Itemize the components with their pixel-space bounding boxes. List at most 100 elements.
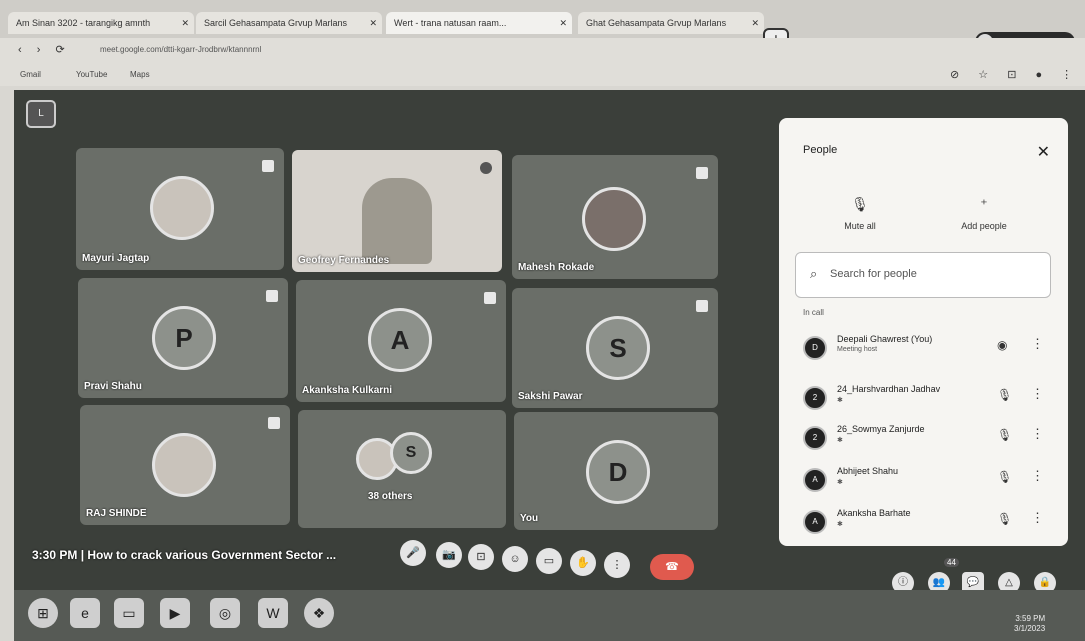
- more-options-icon[interactable]: ⋮: [1031, 426, 1044, 442]
- participant-name: Deepali Ghawrest (You): [837, 334, 933, 344]
- close-icon[interactable]: ✕: [1037, 142, 1050, 162]
- list-item[interactable]: 2 24_Harshvardhan Jadhav ✱ 🎙 ⋮: [799, 380, 1054, 416]
- meeting-title: How to crack various Government Sector .…: [87, 548, 337, 562]
- avatar: A: [803, 468, 827, 492]
- taskbar-app-misc[interactable]: ❖: [304, 598, 334, 628]
- participant-name: RAJ SHINDE: [86, 508, 147, 519]
- mic-off-icon[interactable]: 🎙: [997, 388, 1012, 402]
- tab-label: Sarcil Gehasampata Grvup Marlans: [204, 18, 348, 28]
- avatar: P: [152, 306, 216, 370]
- avatar: S: [390, 432, 432, 474]
- present-button[interactable]: ▭: [536, 548, 562, 574]
- bookmark-youtube[interactable]: YouTube: [76, 70, 107, 79]
- more-options-icon[interactable]: ⋮: [1031, 510, 1044, 526]
- pin-icon[interactable]: [696, 167, 708, 179]
- taskbar: ⊞ e ▭ ▶ ◎ W ❖ 3:59 PM 3/1/2023: [14, 590, 1085, 641]
- start-button[interactable]: ⊞: [28, 598, 58, 628]
- participant-name: Mahesh Rokade: [518, 262, 595, 273]
- list-item[interactable]: A Abhijeet Shahu ✱ 🎙 ⋮: [799, 462, 1054, 498]
- participant-name: Akanksha Barhate: [837, 508, 911, 518]
- bookmark-gmail[interactable]: Gmail: [20, 70, 41, 79]
- more-options-icon[interactable]: ⋮: [1031, 336, 1044, 352]
- end-call-button[interactable]: ☎: [650, 554, 694, 580]
- raise-hand-button[interactable]: ✋: [570, 550, 596, 576]
- navigation-buttons[interactable]: ‹ › ⟳: [18, 43, 71, 56]
- participant-tile[interactable]: Mayuri Jagtap: [76, 148, 284, 270]
- mic-off-icon[interactable]: 🎙: [997, 512, 1012, 526]
- captions-button[interactable]: ⊡: [468, 544, 494, 570]
- list-item[interactable]: D Deepali Ghawrest (You) Meeting host ◉ …: [799, 330, 1054, 366]
- list-item[interactable]: A Akanksha Barhate ✱ 🎙 ⋮: [799, 504, 1054, 540]
- tab-bar: Am Sinan 3202 - tarangikg amnth ✕ Sarcil …: [0, 0, 1085, 38]
- browser-toolbar-icons[interactable]: ⊘ ☆ ⊡ ● ⋮: [950, 68, 1080, 81]
- browser-tab[interactable]: Sarcil Gehasampata Grvup Marlans ✕: [196, 12, 382, 34]
- browser-tab-active[interactable]: Wert - trana natusan raam... ✕: [386, 12, 572, 34]
- participant-tile[interactable]: P Pravi Shahu: [78, 278, 288, 398]
- close-tab-icon[interactable]: ✕: [559, 12, 567, 34]
- taskbar-app-media[interactable]: ▶: [160, 598, 190, 628]
- speaking-icon: [480, 162, 492, 174]
- people-panel: People ✕ 🎙 Mute all ⁺ Add people ⌕ Search …: [779, 118, 1068, 546]
- add-people-button[interactable]: ⁺ Add people: [939, 196, 1029, 231]
- taskbar-app-edge[interactable]: e: [70, 598, 100, 628]
- add-people-label: Add people: [961, 221, 1007, 231]
- avatar: [582, 187, 646, 251]
- pin-icon[interactable]: [262, 160, 274, 172]
- participant-name: 24_Harshvardhan Jadhav: [837, 384, 941, 394]
- participant-tile[interactable]: RAJ SHINDE: [80, 405, 290, 525]
- participant-name: Mayuri Jagtap: [82, 253, 150, 264]
- search-input[interactable]: ⌕ Search for people: [795, 252, 1051, 298]
- participant-tile[interactable]: A Akanksha Kulkarni: [296, 280, 506, 402]
- avatar: 2: [803, 386, 827, 410]
- speaking-icon: ◉: [997, 338, 1008, 352]
- close-tab-icon[interactable]: ✕: [181, 12, 189, 34]
- url-field[interactable]: meet.google.com/dtti-kgarr-Jrodbrw/ktann…: [100, 45, 261, 54]
- participant-name: Geofrey Fernandes: [298, 255, 390, 266]
- pin-icon[interactable]: [268, 417, 280, 429]
- close-tab-icon[interactable]: ✕: [751, 12, 759, 34]
- participant-name: Sakshi Pawar: [518, 391, 583, 402]
- participant-video-tile[interactable]: Geofrey Fernandes: [292, 150, 502, 272]
- clock-date: 3/1/2023: [1014, 624, 1046, 633]
- participant-status: ✱: [837, 479, 843, 486]
- avatar: 2: [803, 426, 827, 450]
- more-options-icon[interactable]: ⋮: [1031, 386, 1044, 402]
- participant-status: ✱: [837, 397, 843, 404]
- mute-all-label: Mute all: [844, 221, 876, 231]
- pin-icon[interactable]: [484, 292, 496, 304]
- mute-all-button[interactable]: 🎙 Mute all: [815, 196, 905, 231]
- pin-icon[interactable]: [266, 290, 278, 302]
- mic-off-icon: 🎙: [851, 196, 869, 212]
- more-options-button[interactable]: ⋮: [604, 552, 630, 578]
- mic-off-icon[interactable]: 🎙: [997, 470, 1012, 484]
- list-item[interactable]: 2 26_Sowmya Zanjurde ✱ 🎙 ⋮: [799, 420, 1054, 456]
- panel-title: People: [803, 144, 838, 156]
- others-tile[interactable]: S 38 others: [298, 410, 506, 528]
- avatar: A: [368, 308, 432, 372]
- search-icon: ⌕: [810, 266, 818, 281]
- camera-button[interactable]: 📷: [436, 542, 462, 568]
- taskbar-app-word[interactable]: W: [258, 598, 288, 628]
- self-tile[interactable]: D You: [514, 412, 718, 530]
- taskbar-app-explorer[interactable]: ▭: [114, 598, 144, 628]
- taskbar-app-chrome[interactable]: ◎: [210, 598, 240, 628]
- participant-tile[interactable]: Mahesh Rokade: [512, 155, 718, 279]
- bookmarks-bar: Gmail YouTube Maps: [0, 64, 1085, 86]
- pin-icon[interactable]: [696, 300, 708, 312]
- participant-tile[interactable]: S Sakshi Pawar: [512, 288, 718, 408]
- participant-status: ✱: [837, 521, 843, 528]
- microphone-button[interactable]: 🎤: [400, 540, 426, 566]
- system-clock[interactable]: 3:59 PM 3/1/2023: [1014, 614, 1045, 634]
- participant-count-badge: 44: [944, 558, 959, 567]
- close-tab-icon[interactable]: ✕: [369, 12, 377, 34]
- browser-tab[interactable]: Am Sinan 3202 - tarangikg amnth ✕: [8, 12, 194, 34]
- participant-name: 26_Sowmya Zanjurde: [837, 424, 925, 434]
- more-options-icon[interactable]: ⋮: [1031, 468, 1044, 484]
- reactions-button[interactable]: ☺: [502, 546, 528, 572]
- browser-tab[interactable]: Ghat Gehasampata Grvup Marlans ✕: [578, 12, 764, 34]
- mic-off-icon[interactable]: 🎙: [997, 428, 1012, 442]
- participant-status: ✱: [837, 437, 843, 444]
- tab-label: Am Sinan 3202 - tarangikg amnth: [16, 18, 151, 28]
- avatar: A: [803, 510, 827, 534]
- bookmark-maps[interactable]: Maps: [130, 70, 150, 79]
